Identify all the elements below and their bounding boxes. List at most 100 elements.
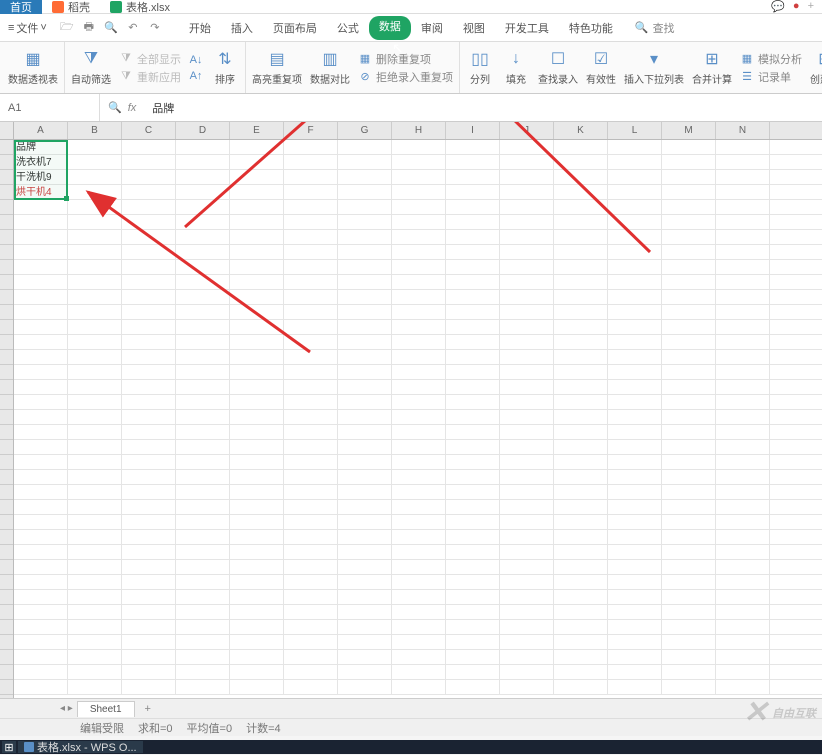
cell[interactable] bbox=[608, 275, 662, 289]
cell[interactable] bbox=[122, 140, 176, 154]
cell[interactable] bbox=[284, 440, 338, 454]
col-header-l[interactable]: L bbox=[608, 122, 662, 139]
cell[interactable] bbox=[176, 620, 230, 634]
cell[interactable] bbox=[554, 410, 608, 424]
cell[interactable] bbox=[68, 305, 122, 319]
cell[interactable] bbox=[608, 350, 662, 364]
cell[interactable] bbox=[338, 350, 392, 364]
cell[interactable] bbox=[284, 590, 338, 604]
cell[interactable] bbox=[446, 545, 500, 559]
cell[interactable] bbox=[608, 290, 662, 304]
cell[interactable] bbox=[284, 425, 338, 439]
cell[interactable] bbox=[608, 200, 662, 214]
row-header[interactable] bbox=[0, 590, 13, 605]
tab-formula[interactable]: 公式 bbox=[327, 16, 369, 40]
cell[interactable] bbox=[554, 500, 608, 514]
cell[interactable] bbox=[554, 455, 608, 469]
cell[interactable] bbox=[122, 155, 176, 169]
cell[interactable] bbox=[446, 170, 500, 184]
row-header[interactable] bbox=[0, 515, 13, 530]
data-compare-button[interactable]: ▥ 数据对比 bbox=[306, 44, 354, 92]
cell[interactable] bbox=[500, 245, 554, 259]
cell[interactable] bbox=[392, 530, 446, 544]
cell[interactable] bbox=[122, 380, 176, 394]
cell[interactable] bbox=[554, 275, 608, 289]
cell[interactable] bbox=[500, 350, 554, 364]
cell[interactable] bbox=[392, 305, 446, 319]
row-header[interactable] bbox=[0, 410, 13, 425]
cell[interactable] bbox=[392, 605, 446, 619]
cell[interactable] bbox=[230, 380, 284, 394]
cell[interactable] bbox=[338, 545, 392, 559]
cell[interactable] bbox=[122, 275, 176, 289]
cell[interactable] bbox=[446, 335, 500, 349]
cell[interactable] bbox=[14, 410, 68, 424]
cell[interactable] bbox=[122, 440, 176, 454]
cell[interactable] bbox=[68, 320, 122, 334]
cell[interactable] bbox=[122, 245, 176, 259]
cell[interactable] bbox=[284, 305, 338, 319]
add-tab-icon[interactable]: + bbox=[808, 0, 814, 13]
cell[interactable] bbox=[68, 590, 122, 604]
cell[interactable] bbox=[338, 680, 392, 694]
cell[interactable] bbox=[338, 140, 392, 154]
cell[interactable] bbox=[230, 605, 284, 619]
cell[interactable] bbox=[716, 575, 770, 589]
tab-file[interactable]: 表格.xlsx bbox=[100, 0, 180, 14]
cell[interactable] bbox=[284, 350, 338, 364]
cell-reference-box[interactable]: A1 bbox=[0, 94, 100, 121]
fill-button[interactable]: ↓ 填充 bbox=[498, 44, 534, 92]
cell[interactable] bbox=[176, 380, 230, 394]
cell[interactable] bbox=[122, 605, 176, 619]
cell[interactable] bbox=[176, 440, 230, 454]
cell[interactable] bbox=[662, 200, 716, 214]
row-header[interactable] bbox=[0, 425, 13, 440]
cell[interactable] bbox=[662, 530, 716, 544]
cell[interactable] bbox=[554, 155, 608, 169]
cell[interactable] bbox=[14, 260, 68, 274]
cell[interactable] bbox=[392, 425, 446, 439]
cell[interactable] bbox=[176, 575, 230, 589]
cell[interactable] bbox=[176, 155, 230, 169]
cell[interactable] bbox=[446, 260, 500, 274]
cell[interactable] bbox=[230, 680, 284, 694]
cell[interactable] bbox=[554, 530, 608, 544]
cell[interactable] bbox=[14, 500, 68, 514]
cell[interactable] bbox=[14, 590, 68, 604]
cell[interactable] bbox=[554, 605, 608, 619]
cell[interactable] bbox=[68, 170, 122, 184]
cell[interactable] bbox=[608, 260, 662, 274]
cell[interactable] bbox=[122, 560, 176, 574]
tab-insert[interactable]: 插入 bbox=[221, 16, 263, 40]
cell[interactable] bbox=[554, 560, 608, 574]
cell[interactable] bbox=[716, 230, 770, 244]
cell[interactable] bbox=[68, 350, 122, 364]
cell[interactable] bbox=[176, 665, 230, 679]
cell[interactable] bbox=[446, 485, 500, 499]
cell[interactable] bbox=[446, 500, 500, 514]
cell[interactable] bbox=[284, 620, 338, 634]
cell[interactable] bbox=[392, 515, 446, 529]
cell[interactable] bbox=[716, 620, 770, 634]
save-icon[interactable]: 🗁 bbox=[59, 20, 75, 36]
cell[interactable] bbox=[392, 410, 446, 424]
cell[interactable] bbox=[446, 560, 500, 574]
cells-area[interactable]: 品牌洗衣机7干洗机9烘干机4 bbox=[14, 140, 822, 698]
cell[interactable] bbox=[230, 560, 284, 574]
cell[interactable] bbox=[446, 215, 500, 229]
cell[interactable] bbox=[554, 395, 608, 409]
cell[interactable] bbox=[122, 455, 176, 469]
cell[interactable] bbox=[176, 650, 230, 664]
cell[interactable] bbox=[500, 545, 554, 559]
cell[interactable] bbox=[554, 590, 608, 604]
cell[interactable] bbox=[68, 665, 122, 679]
cell[interactable] bbox=[230, 230, 284, 244]
cell[interactable] bbox=[176, 350, 230, 364]
cell[interactable] bbox=[14, 620, 68, 634]
cell[interactable] bbox=[446, 275, 500, 289]
cell[interactable] bbox=[338, 335, 392, 349]
cell[interactable] bbox=[500, 665, 554, 679]
row-header[interactable] bbox=[0, 635, 13, 650]
cell[interactable] bbox=[68, 500, 122, 514]
cell[interactable] bbox=[608, 380, 662, 394]
